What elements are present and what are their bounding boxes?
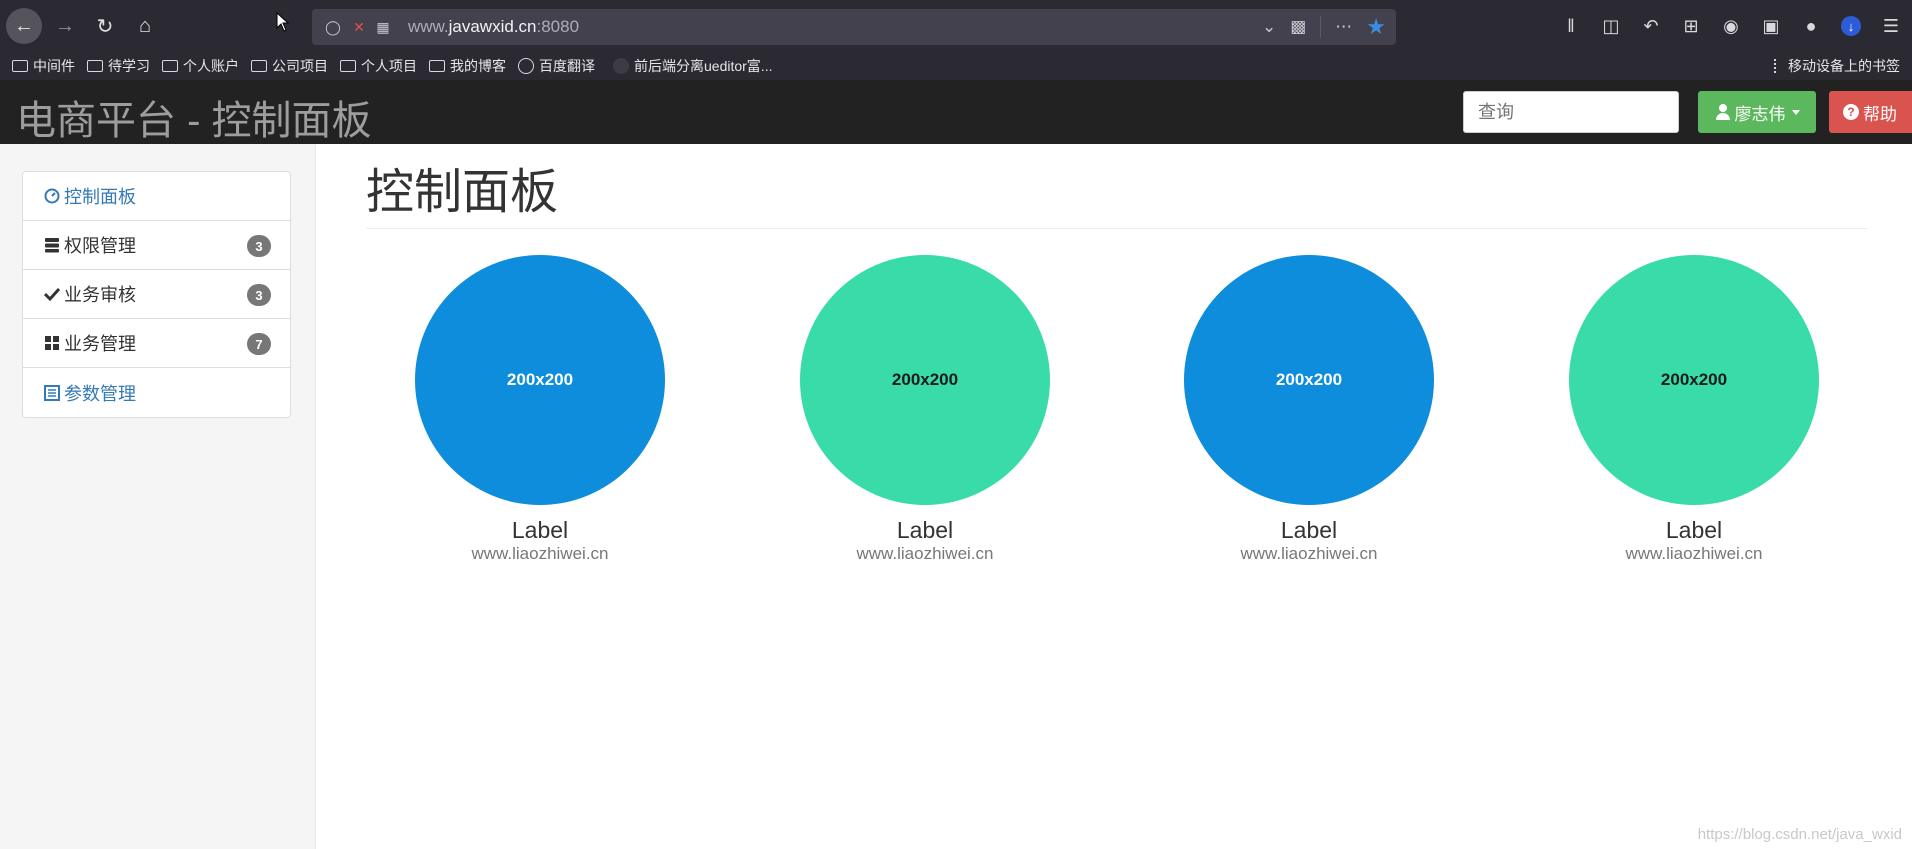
bookmarks-bar: 中间件 待学习 个人账户 公司项目 个人项目 我的博客 百度翻译 前后端分离ue… (0, 52, 1912, 80)
bookmark-folder[interactable]: 个人账户 (162, 56, 239, 76)
reload-button[interactable]: ↻ (88, 9, 122, 43)
folder-icon (1774, 59, 1784, 73)
insecure-lock-icon[interactable]: ✕ (348, 16, 370, 38)
dashboard-icon (43, 187, 61, 205)
reload-icon: ↻ (96, 15, 114, 38)
user-icon (1715, 104, 1731, 120)
undo-icon[interactable]: ↶ (1638, 13, 1664, 39)
sidebar: 控制面板 权限管理 3 业务审核 3 业务管理 7 参数管理 (0, 144, 316, 849)
sidebar-item-review[interactable]: 业务审核 3 (23, 270, 290, 319)
user-dropdown-button[interactable]: 廖志伟 (1698, 91, 1816, 133)
placeholder-label: Label (1280, 517, 1338, 543)
count-badge: 3 (247, 284, 271, 306)
check-icon (43, 285, 61, 303)
placeholder-sub: www.liaozhiwei.cn (471, 544, 609, 563)
home-icon: ⌂ (138, 14, 152, 37)
folder-icon (87, 60, 103, 72)
chevron-down-icon[interactable]: ⌄ (1262, 17, 1276, 37)
extension-icon[interactable]: ▣ (1758, 13, 1784, 39)
site-icon (613, 58, 629, 74)
sidebar-item-permissions[interactable]: 权限管理 3 (23, 221, 290, 270)
back-button[interactable]: ← (6, 8, 42, 44)
crop-icon[interactable]: ⊞ (1678, 13, 1704, 39)
shield-icon[interactable]: ◯ (322, 16, 344, 38)
download-icon[interactable]: ↓ (1838, 13, 1864, 39)
tasks-icon (43, 236, 61, 254)
chat-icon[interactable]: ◉ (1718, 13, 1744, 39)
placeholder-sub: www.liaozhiwei.cn (1625, 544, 1763, 563)
bookmark-link[interactable]: 前后端分离ueditor富... (613, 56, 772, 76)
help-button[interactable]: ? 帮助 (1829, 91, 1912, 133)
app-navbar: 电商平台 - 控制面板 廖志伟 ? 帮助 (0, 80, 1912, 144)
caret-down-icon (1791, 109, 1800, 115)
placeholder-label: Label (1665, 517, 1723, 543)
url-text[interactable]: www.javawxid.cn:8080 (408, 17, 579, 37)
placeholder-sub: www.liaozhiwei.cn (1240, 544, 1378, 563)
watermark: https://blog.csdn.net/java_wxid (1697, 826, 1902, 843)
question-icon: ? (1843, 104, 1859, 120)
placeholder-item: 200x200 Label www.liaozhiwei.cn (1184, 255, 1434, 565)
bookmark-star-icon[interactable]: ★ (1366, 14, 1386, 40)
more-icon[interactable]: ⋯ (1335, 17, 1352, 37)
browser-tools: ‖ ◫ ↶ ⊞ ◉ ▣ ● ↓ ☰ (1558, 8, 1904, 44)
address-bar[interactable]: ◯ ✕ ▦ www.javawxid.cn:8080 ⌄ ▩ ⋯ ★ (312, 9, 1396, 45)
sidebar-menu: 控制面板 权限管理 3 业务审核 3 业务管理 7 参数管理 (22, 171, 291, 418)
placeholder-image[interactable]: 200x200 (415, 255, 665, 505)
forward-button[interactable]: → (48, 9, 82, 43)
globe-icon (518, 58, 534, 74)
bookmark-folder[interactable]: 我的博客 (429, 56, 506, 76)
bookmark-folder[interactable]: 中间件 (12, 56, 75, 76)
page-icon: ▦ (376, 18, 390, 35)
library-icon[interactable]: ‖ (1558, 13, 1584, 39)
placeholder-image[interactable]: 200x200 (800, 255, 1050, 505)
brand-title[interactable]: 电商平台 - 控制面板 (16, 88, 372, 146)
placeholder-label: Label (511, 517, 569, 543)
page-header: 控制面板 (366, 163, 1868, 229)
bookmark-folder[interactable]: 待学习 (87, 56, 150, 76)
placeholder-item: 200x200 Label www.liaozhiwei.cn (415, 255, 665, 565)
arrow-right-icon: → (55, 14, 75, 37)
mouse-cursor-icon (276, 12, 290, 32)
folder-icon (429, 60, 445, 72)
folder-icon (340, 60, 356, 72)
page-title: 控制面板 (366, 166, 559, 219)
menu-icon[interactable]: ☰ (1878, 13, 1904, 39)
placeholder-item: 200x200 Label www.liaozhiwei.cn (1569, 255, 1819, 565)
bookmark-folder[interactable]: 公司项目 (251, 56, 328, 76)
account-icon[interactable]: ● (1798, 13, 1824, 39)
folder-icon (162, 60, 178, 72)
folder-icon (251, 60, 267, 72)
sidebar-item-business[interactable]: 业务管理 7 (23, 319, 290, 368)
bookmark-link[interactable]: 百度翻译 (518, 56, 595, 76)
search-input[interactable] (1463, 91, 1679, 133)
sidebar-item-parameters[interactable]: 参数管理 (23, 368, 290, 417)
placeholder-row: 200x200 Label www.liaozhiwei.cn 200x200 … (366, 255, 1906, 575)
folder-icon (12, 60, 28, 72)
sidebar-item-dashboard[interactable]: 控制面板 (23, 172, 290, 221)
url-actions: ⌄ ▩ ⋯ ★ (1262, 9, 1386, 45)
sidebar-icon[interactable]: ◫ (1598, 13, 1624, 39)
placeholder-item: 200x200 Label www.liaozhiwei.cn (800, 255, 1050, 565)
divider (1320, 16, 1322, 38)
qr-code-icon[interactable]: ▩ (1290, 17, 1306, 37)
placeholder-image[interactable]: 200x200 (1184, 255, 1434, 505)
mobile-bookmarks[interactable]: 移动设备上的书签 (1774, 52, 1900, 80)
count-badge: 7 (247, 333, 271, 355)
placeholder-label: Label (896, 517, 954, 543)
count-badge: 3 (247, 235, 271, 257)
bookmark-folder[interactable]: 个人项目 (340, 56, 417, 76)
placeholder-image[interactable]: 200x200 (1569, 255, 1819, 505)
home-button[interactable]: ⌂ (128, 9, 162, 43)
placeholder-sub: www.liaozhiwei.cn (856, 544, 994, 563)
arrow-left-icon: ← (14, 14, 34, 37)
list-alt-icon (43, 384, 61, 402)
grid-icon (43, 334, 61, 352)
